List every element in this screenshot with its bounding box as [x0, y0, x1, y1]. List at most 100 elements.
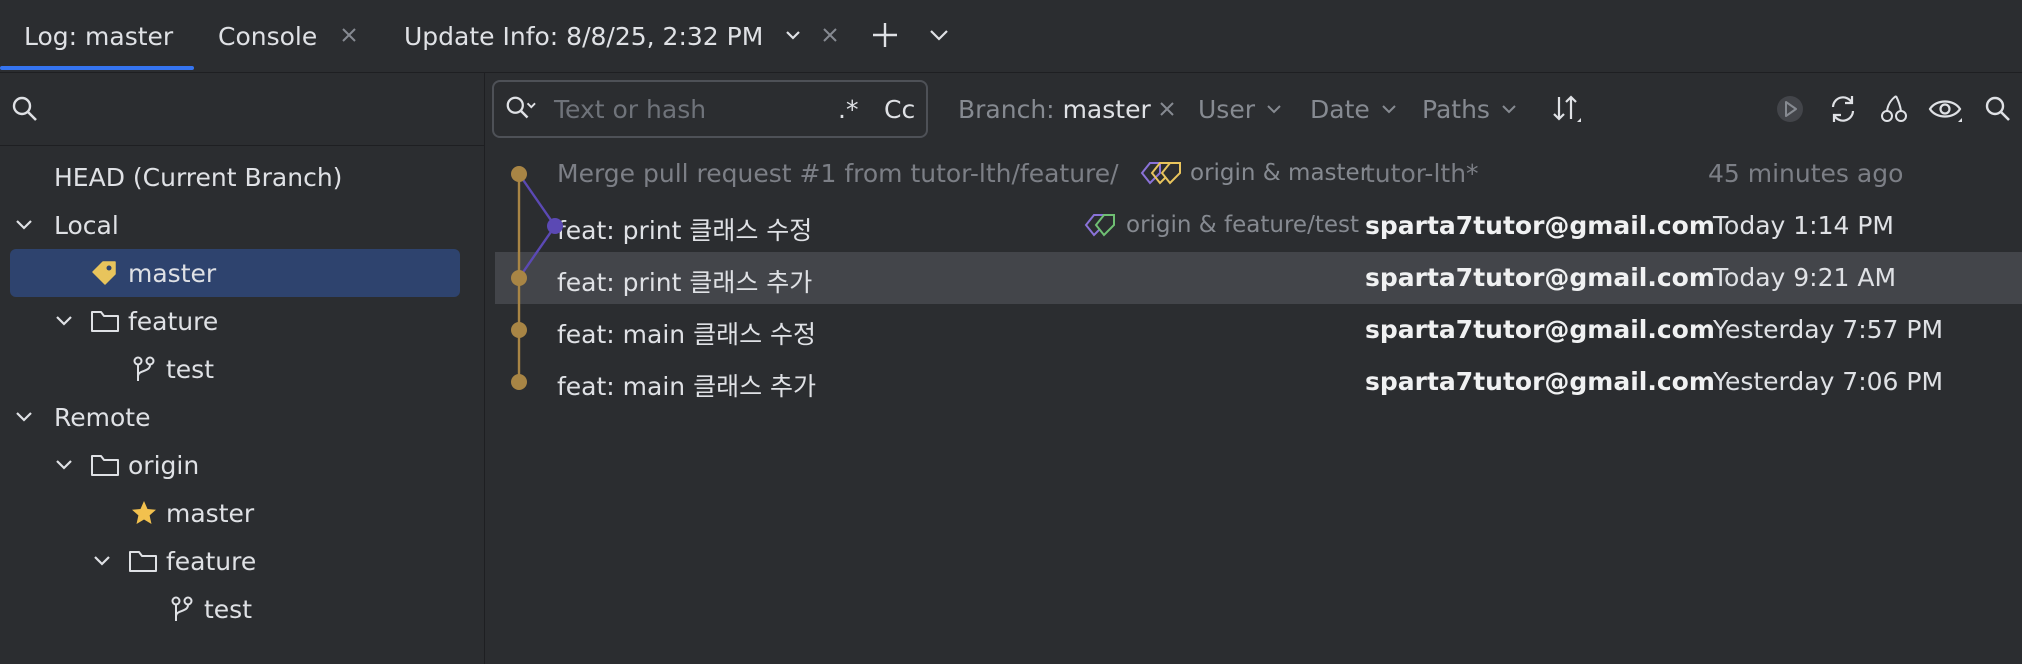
chevron-down-icon[interactable]	[48, 449, 80, 481]
commit-row-selected[interactable]: feat: print 클래스 추가 sparta7tutor@gmail.co…	[495, 252, 2022, 304]
regex-toggle[interactable]: .*	[838, 95, 858, 124]
commit-refs: origin & master	[1140, 159, 1369, 187]
commit-row[interactable]: feat: print 클래스 수정 origin & feature/test…	[495, 200, 2022, 252]
branch-icon	[166, 593, 198, 625]
search-icon[interactable]	[1980, 91, 2016, 127]
chevron-down-icon[interactable]	[48, 305, 80, 337]
sort-icon[interactable]	[1548, 91, 1584, 127]
commit-message: feat: print 클래스 수정	[557, 216, 813, 245]
tree-item-label: HEAD (Current Branch)	[54, 162, 343, 192]
tree-group-remote[interactable]: Remote	[0, 393, 484, 441]
branch-search-field[interactable]	[0, 73, 484, 146]
tree-item-label: master	[128, 258, 217, 288]
commit-refs-label: origin & master	[1190, 160, 1370, 186]
tree-item-label: feature	[166, 546, 257, 576]
commit-date: Today 9:21 AM	[1713, 263, 1897, 292]
folder-icon	[89, 305, 121, 337]
chevron-down-icon[interactable]	[8, 401, 40, 433]
commit-node	[511, 322, 527, 338]
match-case-toggle[interactable]: Cc	[884, 95, 915, 124]
log-filter-bar: Text or hash .* Cc Branch: master User D…	[485, 73, 2022, 145]
folder-icon	[89, 449, 121, 481]
tool-window-tabbar: Log: master Console Update Info: 8/8/25,…	[0, 0, 2022, 73]
tree-item-local-feature-test[interactable]: test	[0, 345, 484, 393]
commit-graph	[511, 166, 563, 390]
close-icon[interactable]	[813, 18, 847, 52]
tree-item-label: test	[204, 594, 253, 624]
tree-folder-origin-feature[interactable]: feature	[0, 537, 484, 585]
chevron-down-icon	[1265, 100, 1283, 118]
tree-item-label: feature	[128, 306, 219, 336]
paths-filter-label: Paths	[1422, 94, 1490, 124]
tree-item-label: origin	[128, 450, 200, 480]
commit-author: sparta7tutor@gmail.com	[1365, 263, 1715, 292]
commit-date: 45 minutes ago	[1708, 159, 1904, 188]
run-icon[interactable]	[1772, 91, 1808, 127]
tab-update-info[interactable]: Update Info: 8/8/25, 2:32 PM	[404, 0, 763, 72]
branch-filter-value: master	[1062, 94, 1151, 124]
commit-node	[547, 218, 563, 234]
cherry-pick-icon[interactable]	[1876, 91, 1912, 127]
chevron-down-icon[interactable]	[8, 209, 40, 241]
commit-node	[511, 270, 527, 286]
tree-item-local-master[interactable]: master	[10, 249, 460, 297]
tree-group-local[interactable]: Local	[0, 201, 484, 249]
chevron-down-icon	[1500, 100, 1518, 118]
active-tab-underline	[0, 66, 194, 70]
commit-row[interactable]: feat: main 클래스 수정 sparta7tutor@gmail.com…	[495, 304, 2022, 356]
commit-author: tutor-lth*	[1365, 159, 1479, 188]
tree-folder-local-feature[interactable]: feature	[0, 297, 484, 345]
tab-label: Update Info: 8/8/25, 2:32 PM	[404, 21, 764, 51]
commit-message: feat: print 클래스 추가	[557, 268, 813, 297]
commit-row[interactable]: feat: main 클래스 추가 sparta7tutor@gmail.com…	[495, 356, 2022, 408]
chevron-down-icon	[1380, 100, 1398, 118]
branch-filter-prefix: Branch:	[958, 94, 1055, 124]
tags-icon	[1140, 159, 1186, 187]
commit-node	[511, 166, 527, 182]
commit-author: sparta7tutor@gmail.com	[1365, 211, 1715, 240]
eye-icon[interactable]	[1928, 91, 1964, 127]
search-icon	[9, 93, 41, 125]
commit-message: feat: main 클래스 수정	[557, 320, 817, 349]
branch-filter[interactable]: Branch: master	[958, 91, 1151, 127]
commit-message: Merge pull request #1 from tutor-lth/fea…	[557, 159, 1119, 188]
refresh-icon[interactable]	[1825, 91, 1861, 127]
tab-log-master[interactable]: Log: master	[24, 0, 173, 72]
tree-item-head[interactable]: HEAD (Current Branch)	[0, 153, 484, 201]
user-filter[interactable]: User	[1198, 91, 1283, 127]
close-icon[interactable]	[1149, 91, 1185, 127]
tree-item-label: Local	[54, 210, 119, 240]
tab-label: Console	[218, 21, 318, 51]
search-history-icon[interactable]	[504, 93, 536, 125]
add-icon[interactable]	[868, 18, 902, 52]
tree-item-origin-feature-test[interactable]: test	[0, 585, 484, 633]
tree-item-label: test	[166, 354, 215, 384]
paths-filter[interactable]: Paths	[1422, 91, 1518, 127]
commit-row[interactable]: Merge pull request #1 from tutor-lth/fea…	[495, 148, 2022, 200]
chevron-down-icon[interactable]	[922, 18, 956, 52]
commit-refs: origin & feature/test	[1084, 211, 1359, 239]
close-icon[interactable]	[332, 18, 366, 52]
date-filter-label: Date	[1310, 94, 1370, 124]
user-filter-label: User	[1198, 94, 1255, 124]
log-panel: Text or hash .* Cc Branch: master User D…	[485, 73, 2022, 664]
commit-date: Yesterday 7:06 PM	[1713, 367, 1944, 396]
chevron-down-icon[interactable]	[86, 545, 118, 577]
commit-refs-label: origin & feature/test	[1126, 212, 1359, 238]
chevron-down-icon[interactable]	[776, 18, 810, 52]
date-filter[interactable]: Date	[1310, 91, 1398, 127]
tree-folder-origin[interactable]: origin	[0, 441, 484, 489]
tag-icon	[88, 257, 120, 289]
tags-icon	[1084, 211, 1124, 239]
commit-date: Today 1:14 PM	[1713, 211, 1894, 240]
commit-date: Yesterday 7:57 PM	[1713, 315, 1944, 344]
tab-label: Log: master	[24, 21, 174, 51]
folder-icon	[127, 545, 159, 577]
tab-console[interactable]: Console	[218, 0, 317, 72]
commit-search-field[interactable]: Text or hash .* Cc	[492, 80, 928, 138]
branch-icon	[128, 353, 160, 385]
tree-item-label: master	[166, 498, 255, 528]
branches-panel: HEAD (Current Branch) Local master featu…	[0, 73, 485, 664]
tree-item-origin-master[interactable]: master	[0, 489, 484, 537]
commit-message: feat: main 클래스 추가	[557, 372, 817, 401]
